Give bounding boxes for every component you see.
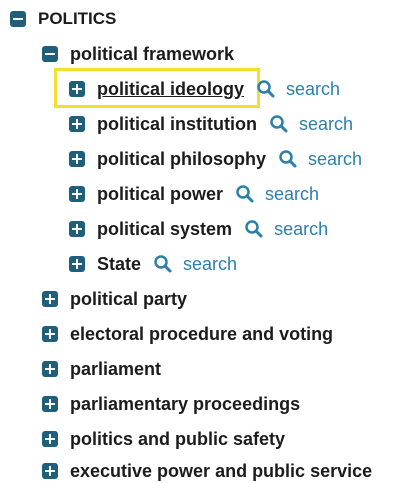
plus-square-icon[interactable] [69,116,85,132]
tree-node-label[interactable]: political framework [70,44,234,65]
tree-node-label[interactable]: political philosophy [97,149,266,170]
tree-node-political-ideology[interactable]: political ideology search [69,76,340,102]
search-link-label[interactable]: search [299,114,353,135]
tree-node-parliamentary-proceedings[interactable]: parliamentary proceedings [42,391,300,417]
plus-square-icon[interactable] [69,151,85,167]
plus-square-icon[interactable] [69,186,85,202]
plus-square-icon[interactable] [69,81,85,97]
magnifier-icon [270,115,288,133]
tree-node-political-institution[interactable]: political institution search [69,111,353,137]
tree-node-state[interactable]: State search [69,251,237,277]
tree-node-label[interactable]: political power [97,184,223,205]
search-link[interactable]: search [235,184,319,205]
tree-node-political-party[interactable]: political party [42,286,187,312]
tree-node-label[interactable]: POLITICS [38,9,116,29]
tree-node-politics[interactable]: POLITICS [10,6,116,32]
search-link[interactable]: search [153,254,237,275]
tree-node-label[interactable]: parliamentary proceedings [70,394,300,415]
tree-node-label[interactable]: electoral procedure and voting [70,324,333,345]
plus-square-icon[interactable] [42,326,58,342]
tree-node-executive-power[interactable]: executive power and public service [42,458,372,483]
tree-node-political-framework[interactable]: political framework [42,41,234,67]
plus-square-icon[interactable] [69,256,85,272]
tree-node-label[interactable]: State [97,254,141,275]
magnifier-icon [257,80,275,98]
tree-node-label[interactable]: political ideology [97,79,244,100]
tree-node-electoral-procedure[interactable]: electoral procedure and voting [42,321,333,347]
thesaurus-tree: POLITICS political framework political i… [0,0,396,483]
search-link-label[interactable]: search [308,149,362,170]
search-link[interactable]: search [256,79,340,100]
plus-square-icon[interactable] [42,291,58,307]
search-link-label[interactable]: search [265,184,319,205]
plus-square-icon[interactable] [69,221,85,237]
tree-node-parliament[interactable]: parliament [42,356,161,382]
search-link-label[interactable]: search [286,79,340,100]
search-link[interactable]: search [244,219,328,240]
tree-node-label[interactable]: political party [70,289,187,310]
tree-node-political-system[interactable]: political system search [69,216,328,242]
magnifier-icon [245,220,263,238]
plus-square-icon[interactable] [42,396,58,412]
plus-square-icon[interactable] [42,361,58,377]
plus-square-icon[interactable] [42,463,58,479]
minus-square-icon[interactable] [42,46,58,62]
minus-square-icon[interactable] [10,11,26,27]
tree-node-politics-public-safety[interactable]: politics and public safety [42,426,285,452]
magnifier-icon [236,185,254,203]
magnifier-icon [154,255,172,273]
tree-node-label[interactable]: political institution [97,114,257,135]
tree-node-political-power[interactable]: political power search [69,181,319,207]
magnifier-icon [279,150,297,168]
tree-node-label[interactable]: political system [97,219,232,240]
tree-node-label[interactable]: parliament [70,359,161,380]
tree-node-political-philosophy[interactable]: political philosophy search [69,146,362,172]
tree-node-label[interactable]: executive power and public service [70,461,372,482]
search-link-label[interactable]: search [274,219,328,240]
tree-node-label[interactable]: politics and public safety [70,429,285,450]
search-link[interactable]: search [278,149,362,170]
search-link-label[interactable]: search [183,254,237,275]
plus-square-icon[interactable] [42,431,58,447]
search-link[interactable]: search [269,114,353,135]
